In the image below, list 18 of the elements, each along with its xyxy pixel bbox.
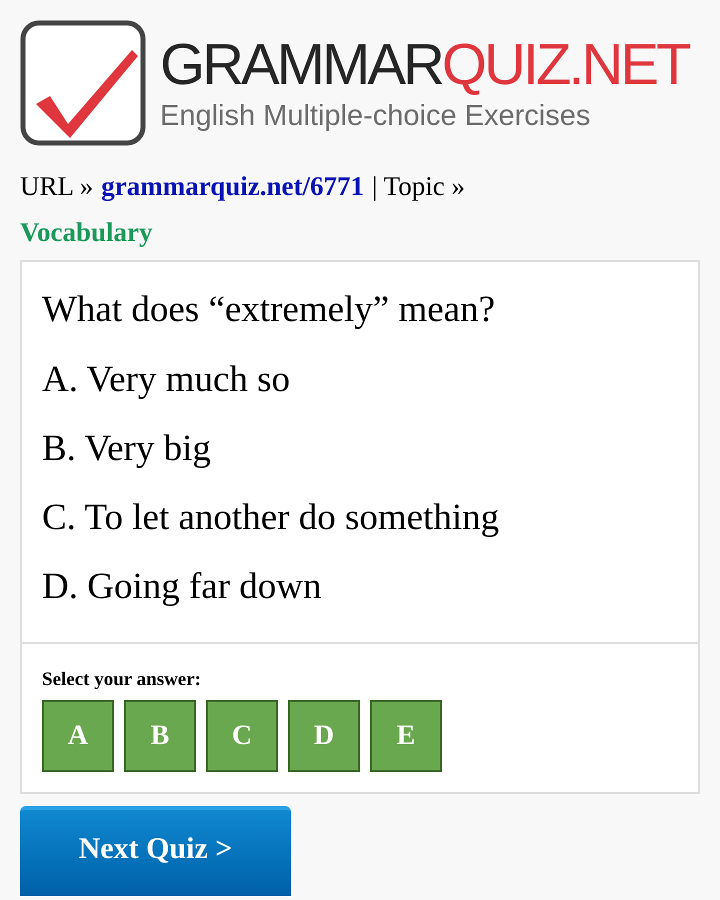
answer-option: C. To let another do something [42, 496, 678, 539]
answer-choice-button[interactable]: E [370, 700, 442, 772]
answer-option: D. Going far down [42, 565, 678, 608]
answer-choice-button[interactable]: A [42, 700, 114, 772]
answer-option: B. Very big [42, 427, 678, 470]
answer-prompt: Select your answer: [42, 668, 202, 692]
answer-choice-button[interactable]: C [206, 700, 278, 772]
next-quiz-button[interactable]: Next Quiz > [20, 806, 291, 896]
topic-label: | Topic » [372, 170, 465, 203]
site-logo-title: GRAMMARQUIZ.NET [160, 32, 689, 98]
question-text: What does “extremely” mean? [42, 288, 496, 332]
quiz-link[interactable]: grammarquiz.net/6771 [101, 168, 364, 204]
answer-option: A. Very much so [42, 358, 678, 401]
url-label: URL » [20, 170, 94, 203]
site-tagline: English Multiple-choice Exercises [160, 99, 592, 134]
answer-choice-button[interactable]: B [124, 700, 196, 772]
answer-choice-button[interactable]: D [288, 700, 360, 772]
topic-link[interactable]: Vocabulary [20, 214, 153, 250]
